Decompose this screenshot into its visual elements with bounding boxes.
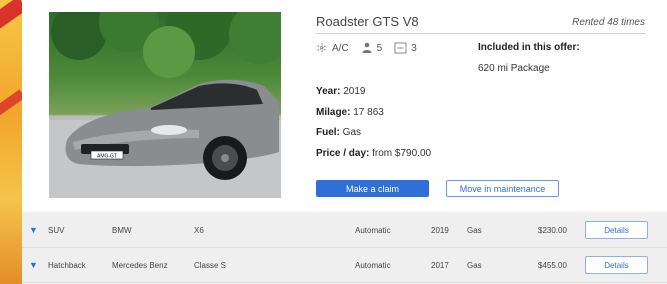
- make-claim-button[interactable]: Make a claim: [316, 180, 429, 197]
- cell-transmission: Automatic: [355, 226, 391, 235]
- included-title: Included in this offer:: [478, 42, 580, 53]
- cell-price: $230.00: [538, 226, 567, 235]
- side-banner: [0, 0, 22, 284]
- banner-ribbon-2: [0, 89, 22, 121]
- license-plate: AMG-GT: [97, 154, 117, 160]
- year-label: Year:: [316, 86, 341, 97]
- rented-count: Rented 48 times: [572, 17, 645, 28]
- cell-type: Hatchback: [48, 261, 86, 270]
- cell-year: 2019: [431, 226, 449, 235]
- spec-seats-value: 5: [376, 42, 383, 54]
- chevron-down-icon[interactable]: ▼: [29, 260, 38, 270]
- price-label: Price / day:: [316, 148, 370, 159]
- spec-ac-label: A/C: [332, 42, 349, 54]
- ac-icon: [317, 43, 327, 53]
- milage-label: Milage:: [316, 107, 351, 118]
- cell-year: 2017: [431, 261, 449, 270]
- year-value: 2019: [343, 86, 366, 97]
- table-row[interactable]: ▼ Hatchback Mercedes Benz Classe S Autom…: [22, 248, 667, 283]
- spec-ac: A/C: [316, 42, 349, 54]
- header-divider: [316, 33, 646, 34]
- banner-ribbon: [0, 0, 22, 32]
- vehicle-card: AMG-GT Roadster GTS V8 Rented 48 times A…: [22, 0, 667, 211]
- cell-transmission: Automatic: [355, 261, 391, 270]
- info-year: Year: 2019: [316, 86, 366, 97]
- vehicle-title: Roadster GTS V8: [316, 14, 419, 29]
- cell-brand: Mercedes Benz: [112, 261, 168, 270]
- cell-type: SUV: [48, 226, 65, 235]
- spec-doors-value: 3: [411, 42, 417, 54]
- cell-model: Classe S: [194, 261, 227, 270]
- table-row[interactable]: ▼ SUV BMW X6 Automatic 2019 Gas $230.00 …: [22, 213, 667, 248]
- info-milage: Milage: 17 863: [316, 107, 384, 118]
- door-icon: [394, 42, 407, 54]
- cell-model: X6: [194, 226, 204, 235]
- spec-seats: 5: [361, 42, 383, 54]
- details-button[interactable]: Details: [585, 256, 648, 274]
- fuel-label: Fuel:: [316, 127, 340, 138]
- spec-doors: 3: [394, 42, 417, 54]
- cell-fuel: Gas: [467, 226, 482, 235]
- included-item: 620 mi Package: [478, 63, 550, 74]
- price-value: from $790.00: [372, 148, 432, 159]
- info-price: Price / day: from $790.00: [316, 148, 431, 159]
- cell-brand: BMW: [112, 226, 132, 235]
- cell-fuel: Gas: [467, 261, 482, 270]
- car-illustration: AMG-GT: [49, 12, 281, 198]
- vehicle-specs: A/C 5 3: [316, 42, 429, 54]
- milage-value: 17 863: [353, 107, 384, 118]
- vehicle-photo: AMG-GT: [49, 12, 281, 198]
- seat-icon: [362, 42, 372, 53]
- chevron-down-icon[interactable]: ▼: [29, 225, 38, 235]
- details-button[interactable]: Details: [585, 221, 648, 239]
- info-fuel: Fuel: Gas: [316, 127, 361, 138]
- vehicle-table: ▼ SUV BMW X6 Automatic 2019 Gas $230.00 …: [22, 213, 667, 283]
- cell-price: $455.00: [538, 261, 567, 270]
- move-maintenance-button[interactable]: Move in maintenance: [446, 180, 559, 197]
- fuel-value: Gas: [342, 127, 362, 138]
